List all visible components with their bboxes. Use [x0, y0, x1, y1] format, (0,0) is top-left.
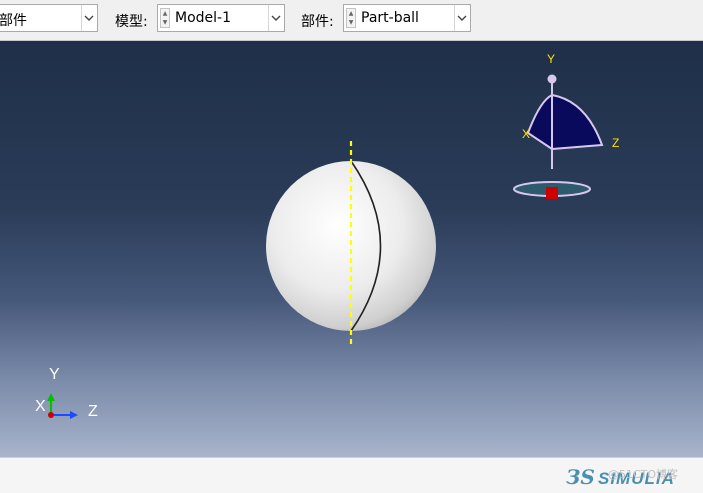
module-select-value: 部件 — [0, 13, 27, 29]
view-cube-x-label: X — [522, 127, 531, 141]
view-cube-y-label: Y — [547, 52, 556, 66]
part-label: 部件: — [301, 14, 334, 30]
triad-x-label: X — [35, 398, 46, 415]
spinner-icon[interactable]: ▲ ▼ — [346, 8, 356, 28]
model-select[interactable]: ▲ ▼ Model-1 — [157, 4, 285, 32]
chevron-down-icon[interactable] — [81, 5, 97, 31]
watermark: @51CTO博客 — [608, 468, 679, 481]
module-select[interactable]: 部件 — [0, 4, 98, 32]
chevron-down-icon[interactable] — [454, 5, 470, 31]
simulia-logo-icon: ЗS SIMULIA @51CTO博客 — [566, 465, 679, 489]
part-select-value: Part-ball — [361, 10, 419, 26]
chevron-down-icon[interactable] — [268, 5, 284, 31]
status-bar: ЗS SIMULIA @51CTO博客 — [0, 457, 703, 493]
graphics-viewport[interactable]: Y X Z Y X Z — [0, 41, 703, 457]
view-cube-z-label: Z — [612, 136, 620, 150]
context-toolbar: 部件 模型: ▲ ▼ Model-1 部件: ▲ ▼ Part-ball — [0, 0, 703, 41]
triad-z-label: Z — [88, 403, 98, 420]
spinner-icon[interactable]: ▲ ▼ — [160, 8, 170, 28]
model-label: 模型: — [115, 14, 148, 30]
triad-y-label: Y — [49, 366, 60, 383]
model-select-value: Model-1 — [175, 10, 231, 26]
part-select[interactable]: ▲ ▼ Part-ball — [343, 4, 471, 32]
